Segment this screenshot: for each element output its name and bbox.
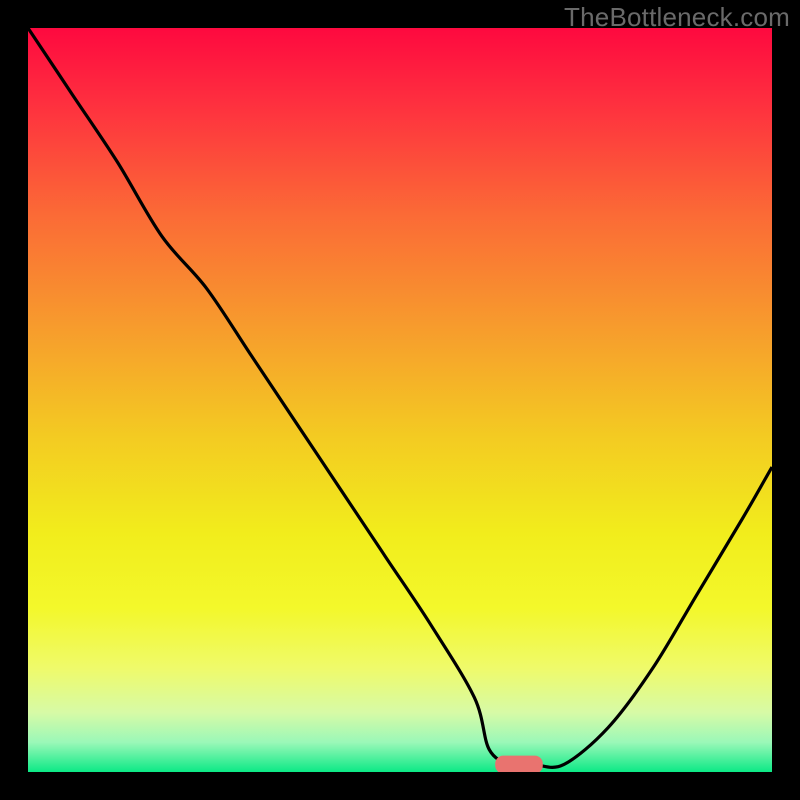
chart-stage: TheBottleneck.com: [0, 0, 800, 800]
plot-frame: [28, 28, 772, 772]
optimum-marker: [495, 756, 543, 772]
gradient-rect: [28, 28, 772, 772]
plot-svg: [28, 28, 772, 772]
watermark-label: TheBottleneck.com: [564, 2, 790, 33]
